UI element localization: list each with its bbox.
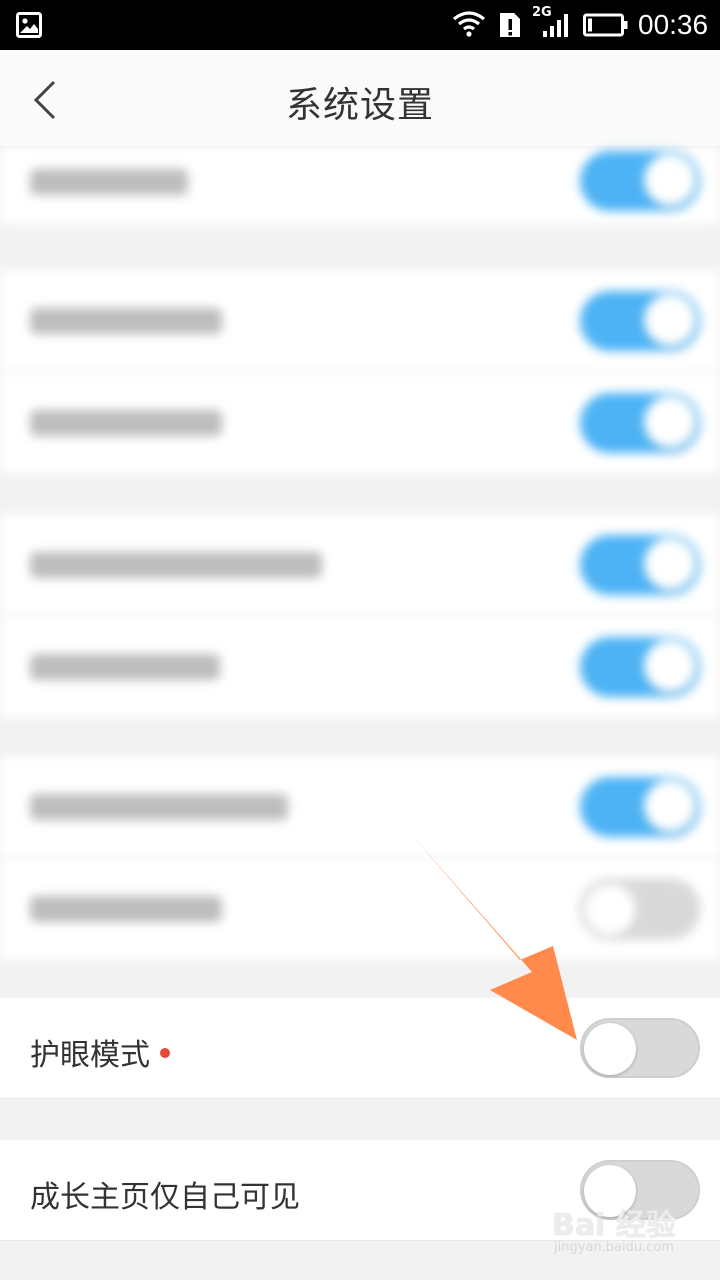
blurred-toggle-7[interactable] — [580, 879, 700, 939]
blurred-setting-row-4[interactable] — [0, 514, 720, 617]
blurred-label — [30, 794, 288, 820]
blurred-toggle-6[interactable] — [580, 777, 700, 837]
blurred-label — [30, 654, 220, 680]
blurred-toggle-1[interactable] — [580, 151, 700, 211]
watermark-logo: Bai 经验 — [552, 1208, 676, 1243]
growth-private-label: 成长主页仅自己可见 — [30, 1180, 300, 1215]
setting-row-eye-mode[interactable]: 护眼模式 — [0, 998, 720, 1099]
new-dot-badge — [160, 1047, 170, 1058]
sim-alert-icon — [500, 13, 520, 37]
blurred-setting-row-1[interactable] — [0, 147, 720, 226]
blurred-label — [30, 410, 222, 436]
eye-mode-toggle[interactable] — [580, 1018, 700, 1078]
signal-icon — [543, 14, 568, 37]
page-title: 系统设置 — [285, 85, 434, 126]
gallery-notification-icon — [16, 12, 42, 38]
blurred-setting-row-3[interactable] — [0, 372, 720, 475]
eye-mode-label: 护眼模式 — [30, 1030, 170, 1074]
blurred-toggle-3[interactable] — [580, 393, 700, 453]
clock: 00:36 — [638, 9, 709, 40]
blurred-toggle-5[interactable] — [580, 637, 700, 697]
status-bar: 2G 00:36 — [0, 0, 720, 50]
blurred-label — [30, 308, 222, 334]
battery-icon — [583, 13, 628, 37]
blurred-toggle-4[interactable] — [580, 535, 700, 595]
blurred-toggle-2[interactable] — [580, 291, 700, 351]
blurred-label — [30, 169, 188, 195]
watermark-url: jingyan.baidu.com — [554, 1240, 674, 1255]
baidu-jingyan-watermark: Bai 经验 jingyan.baidu.com — [552, 1198, 720, 1268]
app-bar: 系统设置 — [0, 50, 720, 147]
wifi-icon — [453, 11, 485, 37]
blurred-label — [30, 896, 222, 922]
blurred-setting-row-5[interactable] — [0, 616, 720, 719]
blurred-setting-row-7[interactable] — [0, 858, 720, 961]
blurred-label — [30, 552, 322, 578]
blurred-setting-row-2[interactable] — [0, 270, 720, 373]
blurred-setting-row-6[interactable] — [0, 756, 720, 859]
eye-mode-text: 护眼模式 — [30, 1038, 150, 1073]
